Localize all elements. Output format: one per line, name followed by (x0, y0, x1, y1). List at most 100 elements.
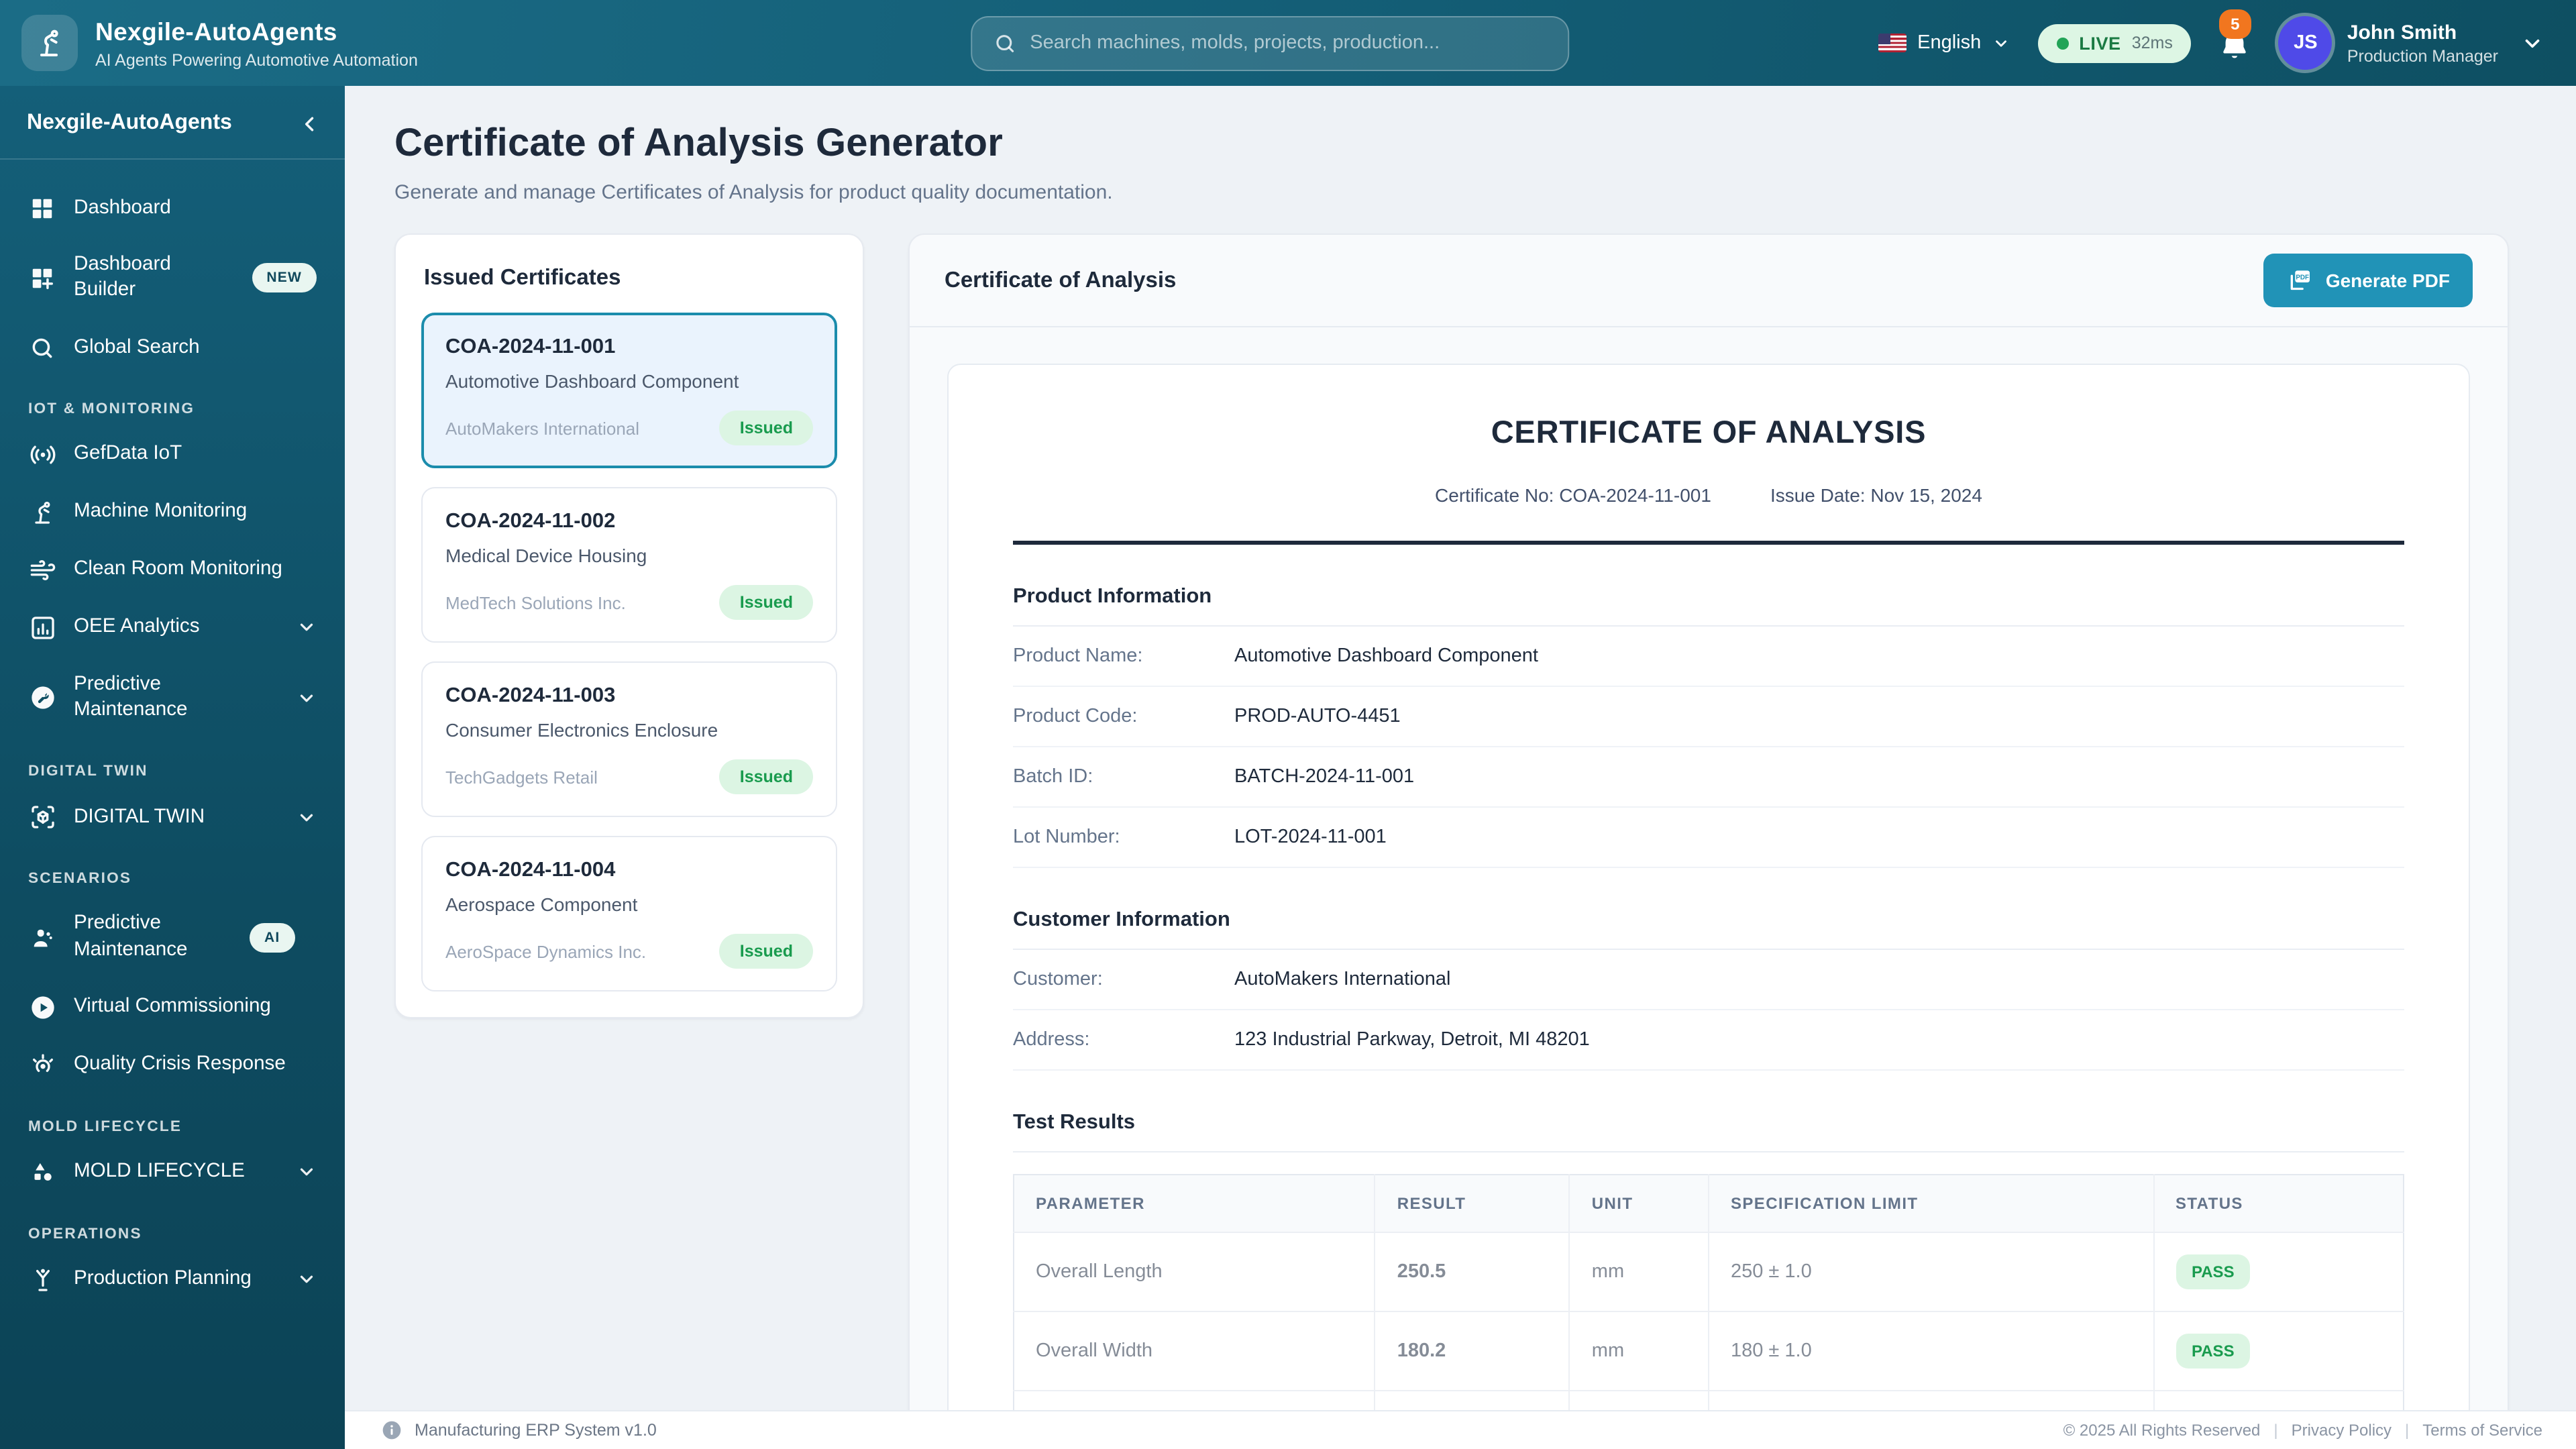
user-menu[interactable]: JS John Smith Production Manager (2279, 16, 2544, 70)
top-bar: Nexgile-AutoAgents AI Agents Powering Au… (0, 0, 2576, 86)
certificate-document: CERTIFICATE OF ANALYSIS Certificate No: … (947, 364, 2470, 1449)
sidebar-item-mold-lifecycle[interactable]: MOLD LIFECYCLE (13, 1146, 331, 1199)
certificate-customer: MedTech Solutions Inc. (445, 592, 626, 612)
product-information-section: Product Information Product Name: Automo… (1013, 585, 2404, 868)
pass-badge: PASS (2176, 1334, 2251, 1368)
sidebar-item-label: Machine Monitoring (74, 500, 317, 525)
main-content: Certificate of Analysis Generator Genera… (345, 86, 2576, 1449)
section-scenarios: SCENARIOS (13, 849, 331, 894)
page-title: Certificate of Analysis Generator (394, 122, 2509, 166)
status-badge: Issued (720, 411, 813, 445)
terms-of-service-link[interactable]: Terms of Service (2422, 1421, 2542, 1440)
svg-text:PDF: PDF (2296, 274, 2310, 281)
wind-icon (28, 557, 56, 584)
certificate-heading: CERTIFICATE OF ANALYSIS (1013, 415, 2404, 451)
generate-pdf-button[interactable]: PDF Generate PDF (2264, 254, 2473, 307)
certificate-card-coa-003[interactable]: COA-2024-11-003 Consumer Electronics Enc… (421, 661, 837, 817)
sidebar-collapse-button[interactable] (301, 113, 321, 133)
chevron-down-icon (297, 618, 317, 638)
sidebar-item-label: Production Planning (74, 1267, 279, 1293)
sidebar-item-virtual-commissioning[interactable]: Virtual Commissioning (13, 981, 331, 1034)
search-input[interactable] (1030, 32, 1546, 54)
issued-certificates-title: Issued Certificates (421, 260, 837, 294)
dashboard-builder-icon (28, 266, 56, 291)
cell-spec-limit: 180 ± 1.0 (1709, 1311, 2153, 1391)
footer-links: © 2025 All Rights Reserved | Privacy Pol… (2063, 1421, 2542, 1440)
chevron-down-icon (2521, 32, 2544, 54)
column-header: RESULT (1375, 1175, 1570, 1232)
sidebar-item-production-planning[interactable]: Production Planning (13, 1253, 331, 1307)
chevron-left-icon (301, 113, 321, 133)
certificate-card-coa-001[interactable]: COA-2024-11-001 Automotive Dashboard Com… (421, 313, 837, 468)
certificate-id: COA-2024-11-004 (445, 859, 813, 883)
field-value: 123 Industrial Parkway, Detroit, MI 4820… (1234, 1029, 1590, 1051)
sidebar-item-clean-room-monitoring[interactable]: Clean Room Monitoring (13, 543, 331, 597)
chevron-down-icon (1992, 34, 2009, 52)
sidebar-item-digital-twin[interactable]: DIGITAL TWIN (13, 791, 331, 845)
language-selector[interactable]: English (1878, 32, 2009, 54)
engineer-icon (28, 924, 56, 951)
certificate-card-coa-004[interactable]: COA-2024-11-004 Aerospace Component Aero… (421, 836, 837, 991)
sidebar-item-machine-monitoring[interactable]: Machine Monitoring (13, 486, 331, 539)
certificate-customer: TechGadgets Retail (445, 767, 598, 787)
sidebar-item-label: DIGITAL TWIN (74, 805, 279, 830)
siren-target-icon (28, 1052, 56, 1079)
bar-chart-icon (28, 614, 56, 641)
field-row: Customer: AutoMakers International (1013, 950, 2404, 1010)
user-info: John Smith Production Manager (2347, 21, 2498, 65)
privacy-policy-link[interactable]: Privacy Policy (2292, 1421, 2392, 1440)
user-role: Production Manager (2347, 46, 2498, 65)
sidebar-item-oee-analytics[interactable]: OEE Analytics (13, 601, 331, 655)
sidebar-item-quality-crisis-response[interactable]: Quality Crisis Response (13, 1038, 331, 1092)
field-value: PROD-AUTO-4451 (1234, 706, 1401, 727)
sidebar-item-global-search[interactable]: Global Search (13, 321, 331, 374)
certificate-number: Certificate No: COA-2024-11-001 (1435, 484, 1711, 506)
pass-badge: PASS (2176, 1254, 2251, 1289)
robot-arm-logo-icon (21, 15, 78, 71)
certificate-card-coa-002[interactable]: COA-2024-11-002 Medical Device Housing M… (421, 487, 837, 643)
cell-parameter: Overall Length (1014, 1232, 1375, 1311)
field-value: LOT-2024-11-001 (1234, 826, 1387, 848)
certificate-product: Medical Device Housing (445, 545, 813, 566)
language-label: English (1917, 32, 1981, 54)
page-subtitle: Generate and manage Certificates of Anal… (394, 181, 2509, 204)
sidebar-item-predictive-maintenance-ai[interactable]: Predictive Maintenance AI (13, 898, 331, 977)
brand-subtitle: AI Agents Powering Automotive Automation (95, 50, 418, 69)
sidebar-item-gefdata-iot[interactable]: GefData IoT (13, 428, 331, 482)
user-name: John Smith (2347, 21, 2498, 44)
sidebar-item-label: GefData IoT (74, 442, 317, 468)
sidebar: Nexgile-AutoAgents Dashboard Dashboard B… (0, 86, 345, 1449)
field-value: BATCH-2024-11-001 (1234, 766, 1414, 788)
field-value: Automotive Dashboard Component (1234, 645, 1538, 667)
field-label: Product Code: (1013, 706, 1234, 727)
sidebar-item-label: Quality Crisis Response (74, 1053, 317, 1078)
search-icon (994, 32, 1016, 54)
field-row: Product Name: Automotive Dashboard Compo… (1013, 627, 2404, 687)
sidebar-item-label: Global Search (74, 335, 317, 360)
sidebar-item-dashboard-builder[interactable]: Dashboard Builder NEW (13, 239, 331, 317)
sidebar-item-label: Predictive Maintenance (74, 672, 232, 724)
issue-date: Issue Date: Nov 15, 2024 (1770, 484, 1982, 506)
field-label: Customer: (1013, 969, 1234, 990)
field-row: Lot Number: LOT-2024-11-001 (1013, 808, 2404, 868)
column-header: SPECIFICATION LIMIT (1709, 1175, 2153, 1232)
table-row: Overall Width 180.2 mm 180 ± 1.0 PASS (1014, 1311, 2404, 1391)
field-label: Address: (1013, 1029, 1234, 1051)
field-row: Product Code: PROD-AUTO-4451 (1013, 687, 2404, 747)
footer: Manufacturing ERP System v1.0 © 2025 All… (345, 1410, 2576, 1449)
column-header: STATUS (2153, 1175, 2404, 1232)
field-value: AutoMakers International (1234, 969, 1450, 990)
footer-system: Manufacturing ERP System v1.0 (381, 1419, 657, 1441)
field-label: Product Name: (1013, 645, 1234, 667)
notifications-button[interactable]: 5 (2220, 25, 2251, 61)
chevron-down-icon (297, 1270, 317, 1290)
brand-title: Nexgile-AutoAgents (95, 17, 418, 46)
play-circle-icon (28, 994, 56, 1021)
sidebar-item-predictive-maintenance[interactable]: Predictive Maintenance (13, 659, 331, 737)
cell-unit: mm (1570, 1311, 1709, 1391)
sidebar-item-dashboard[interactable]: Dashboard (13, 182, 331, 235)
issued-certificates-panel: Issued Certificates COA-2024-11-001 Auto… (394, 233, 864, 1018)
detail-header: Certificate of Analysis PDF Generate PDF (910, 235, 2508, 327)
section-iot-monitoring: IOT & MONITORING (13, 378, 331, 424)
detail-title: Certificate of Analysis (945, 268, 1176, 293)
